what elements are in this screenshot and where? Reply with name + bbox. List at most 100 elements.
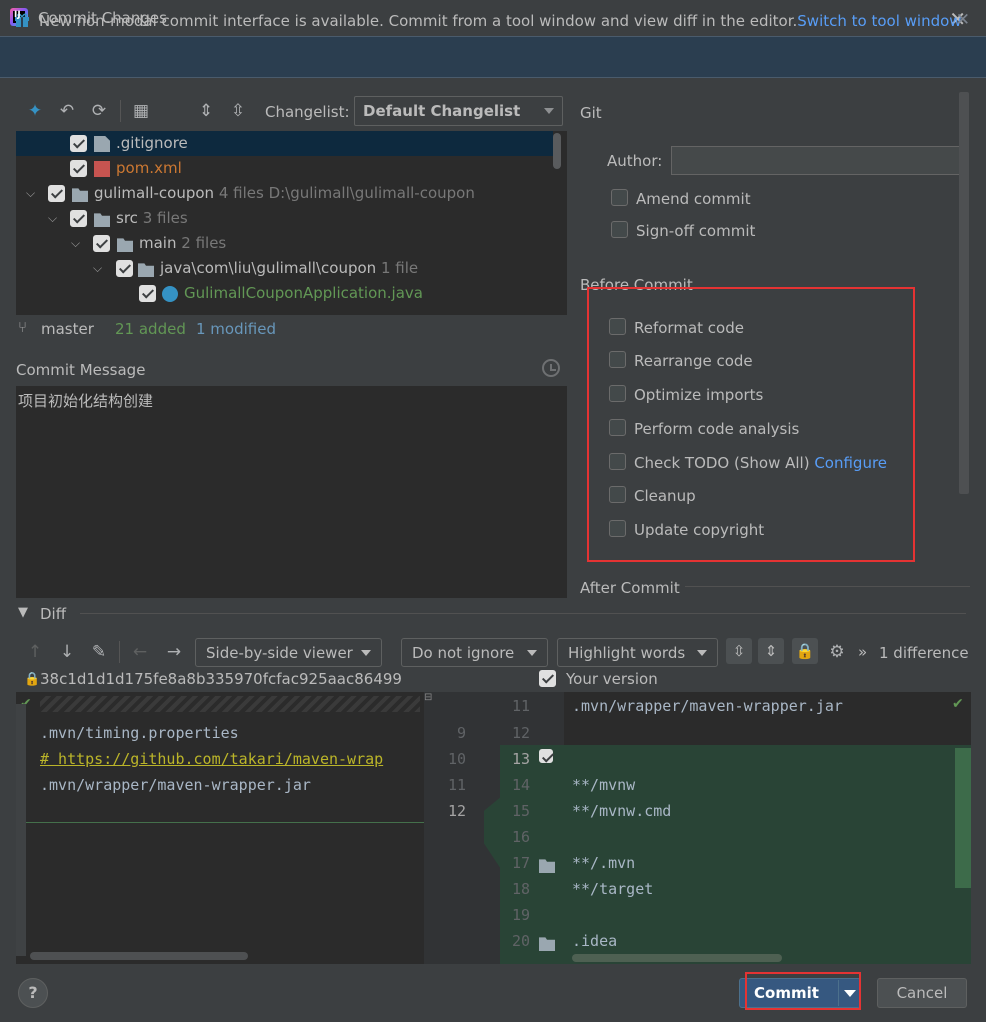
line-number: 14 xyxy=(511,776,530,794)
viewer-select[interactable]: Side-by-side viewer xyxy=(195,638,382,667)
viewer-value: Side-by-side viewer xyxy=(206,644,353,662)
horizontal-scrollbar[interactable] xyxy=(30,952,248,960)
previous-file-icon[interactable]: ← xyxy=(130,642,150,662)
checkmark-icon: ✔ xyxy=(952,696,964,712)
amend-commit-label[interactable]: Amend commit xyxy=(636,190,751,208)
ignore-select[interactable]: Do not ignore xyxy=(401,638,548,667)
branch-name: master xyxy=(41,320,94,338)
xml-file-icon xyxy=(94,161,110,177)
added-count[interactable]: 21 added xyxy=(115,320,186,338)
previous-difference-icon[interactable]: ↑ xyxy=(25,642,45,662)
include-change-checkbox[interactable] xyxy=(539,749,553,763)
changelist-select[interactable]: Default Changelist xyxy=(354,96,563,126)
checkbox[interactable] xyxy=(116,260,133,277)
tree-row-label: gulimall-coupon xyxy=(94,184,215,202)
diff-gutter: ⊟ 9 10 11 12 11 12 13 14 15 16 17 18 19 … xyxy=(424,692,564,964)
edit-icon[interactable]: ✎ xyxy=(89,642,109,662)
tree-row-src[interactable]: ⌵ src 3 files xyxy=(16,206,553,231)
rollback-icon[interactable]: ↶ xyxy=(57,101,77,121)
toolbar-separator xyxy=(120,100,121,122)
tree-row-main[interactable]: ⌵ main 2 files xyxy=(16,231,553,256)
highlight-value: Highlight words xyxy=(568,644,686,662)
line-number: 11 xyxy=(447,776,466,794)
code-line: **/.mvn xyxy=(572,854,636,872)
checkbox[interactable] xyxy=(139,285,156,302)
your-version-checkbox[interactable] xyxy=(539,670,556,687)
refresh-icon[interactable]: ⟳ xyxy=(89,101,109,121)
chevron-down-icon[interactable]: ⌵ xyxy=(26,181,35,206)
code-line: **/mvnw.cmd xyxy=(572,802,672,820)
collapse-unchanged-icon[interactable]: ⇳ xyxy=(726,638,752,664)
fold-icon[interactable]: ⊟ xyxy=(424,692,436,708)
checkbox[interactable] xyxy=(48,185,65,202)
commit-message-input[interactable]: 项目初始化结构创建 xyxy=(16,386,567,598)
toolbar-separator xyxy=(119,641,120,663)
sign-off-label[interactable]: Sign-off commit xyxy=(636,222,755,240)
tree-scrollbar[interactable] xyxy=(553,133,561,169)
diff-left-editor[interactable]: ✔ .mvn/timing.properties # https://githu… xyxy=(16,692,424,964)
gear-icon[interactable]: ⚙ xyxy=(827,642,847,662)
show-diff-icon[interactable]: ✦ xyxy=(25,101,45,121)
author-input[interactable] xyxy=(671,146,965,175)
revision-hash: 38c1d1d1d175fe8a8b335970fcfac925aac86499 xyxy=(40,670,402,688)
line-number: 9 xyxy=(456,724,466,742)
history-icon[interactable] xyxy=(542,359,560,377)
right-scrollbar[interactable] xyxy=(955,748,971,888)
cancel-button[interactable]: Cancel xyxy=(877,978,967,1008)
tree-row-extra: 3 files xyxy=(142,209,188,227)
left-scrollbar[interactable] xyxy=(16,704,26,956)
tree-row-gitignore[interactable]: .gitignore xyxy=(16,131,553,156)
code-line: **/mvnw xyxy=(572,776,636,794)
code-line: .mvn/wrapper/maven-wrapper.jar xyxy=(572,697,843,715)
help-button[interactable]: ? xyxy=(18,978,48,1008)
lock-icon[interactable]: 🔒 xyxy=(792,638,818,664)
folder-icon xyxy=(117,238,133,252)
chevron-down-icon[interactable]: ⌵ xyxy=(71,231,80,256)
highlight-select[interactable]: Highlight words xyxy=(557,638,718,667)
line-number: 10 xyxy=(447,750,466,768)
tree-row-package[interactable]: ⌵ java\com\liu\gulimall\coupon 1 file xyxy=(16,256,553,281)
expand-all-icon[interactable]: ⇕ xyxy=(196,101,216,121)
changes-tree: .gitignore pom.xml ⌵ gulimall-coupon 4 f… xyxy=(16,131,567,315)
tree-row-extra: 1 file xyxy=(380,259,419,277)
right-panel-scrollbar[interactable] xyxy=(959,92,969,494)
changelist-label: Changelist: xyxy=(265,103,350,121)
tree-row-label: src xyxy=(116,209,138,227)
your-version-label: Your version xyxy=(566,670,658,688)
banner-close-icon[interactable]: ✕ xyxy=(956,10,970,30)
sign-off-checkbox[interactable] xyxy=(611,221,628,238)
checkbox[interactable] xyxy=(70,160,87,177)
divider xyxy=(685,586,970,587)
checkbox[interactable] xyxy=(70,210,87,227)
next-file-icon[interactable]: → xyxy=(164,642,184,662)
diff-collapse-icon[interactable]: ▼ xyxy=(18,605,28,620)
diff-right-editor[interactable]: .mvn/wrapper/maven-wrapper.jar **/mvnw *… xyxy=(564,692,971,964)
line-number: 17 xyxy=(511,854,530,872)
modified-count[interactable]: 1 modified xyxy=(196,320,276,338)
more-icon[interactable]: » xyxy=(858,643,867,661)
tree-row-label: GulimallCouponApplication.java xyxy=(184,284,423,302)
branch-icon: ⑂ xyxy=(18,318,28,336)
line-number: 12 xyxy=(447,802,466,820)
tree-row-label: main xyxy=(139,234,177,252)
checkbox[interactable] xyxy=(93,235,110,252)
tree-row-module[interactable]: ⌵ gulimall-coupon 4 files D:\gulimall\gu… xyxy=(16,181,553,206)
tree-row-label: pom.xml xyxy=(116,159,182,177)
tree-row-label: java\com\liu\gulimall\coupon xyxy=(160,259,377,277)
tree-row-pom[interactable]: pom.xml xyxy=(16,156,553,181)
chevron-down-icon[interactable]: ⌵ xyxy=(48,206,57,231)
next-difference-icon[interactable]: ↓ xyxy=(57,642,77,662)
group-by-icon[interactable]: ▦ xyxy=(131,101,151,121)
switch-to-tool-window-link[interactable]: Switch to tool window xyxy=(797,12,961,30)
author-label: Author: xyxy=(607,152,663,170)
checkbox[interactable] xyxy=(70,135,87,152)
collapse-all-icon[interactable]: ⇳ xyxy=(228,101,248,121)
git-section-label: Git xyxy=(580,104,602,122)
horizontal-scrollbar[interactable] xyxy=(572,954,782,962)
tree-row-java-file[interactable]: GulimallCouponApplication.java xyxy=(16,281,553,306)
chevron-down-icon[interactable]: ⌵ xyxy=(93,256,102,281)
amend-commit-checkbox[interactable] xyxy=(611,189,628,206)
ignore-value: Do not ignore xyxy=(412,644,515,662)
sync-scroll-icon[interactable]: ⇕ xyxy=(758,638,784,664)
folder-icon xyxy=(94,213,110,227)
